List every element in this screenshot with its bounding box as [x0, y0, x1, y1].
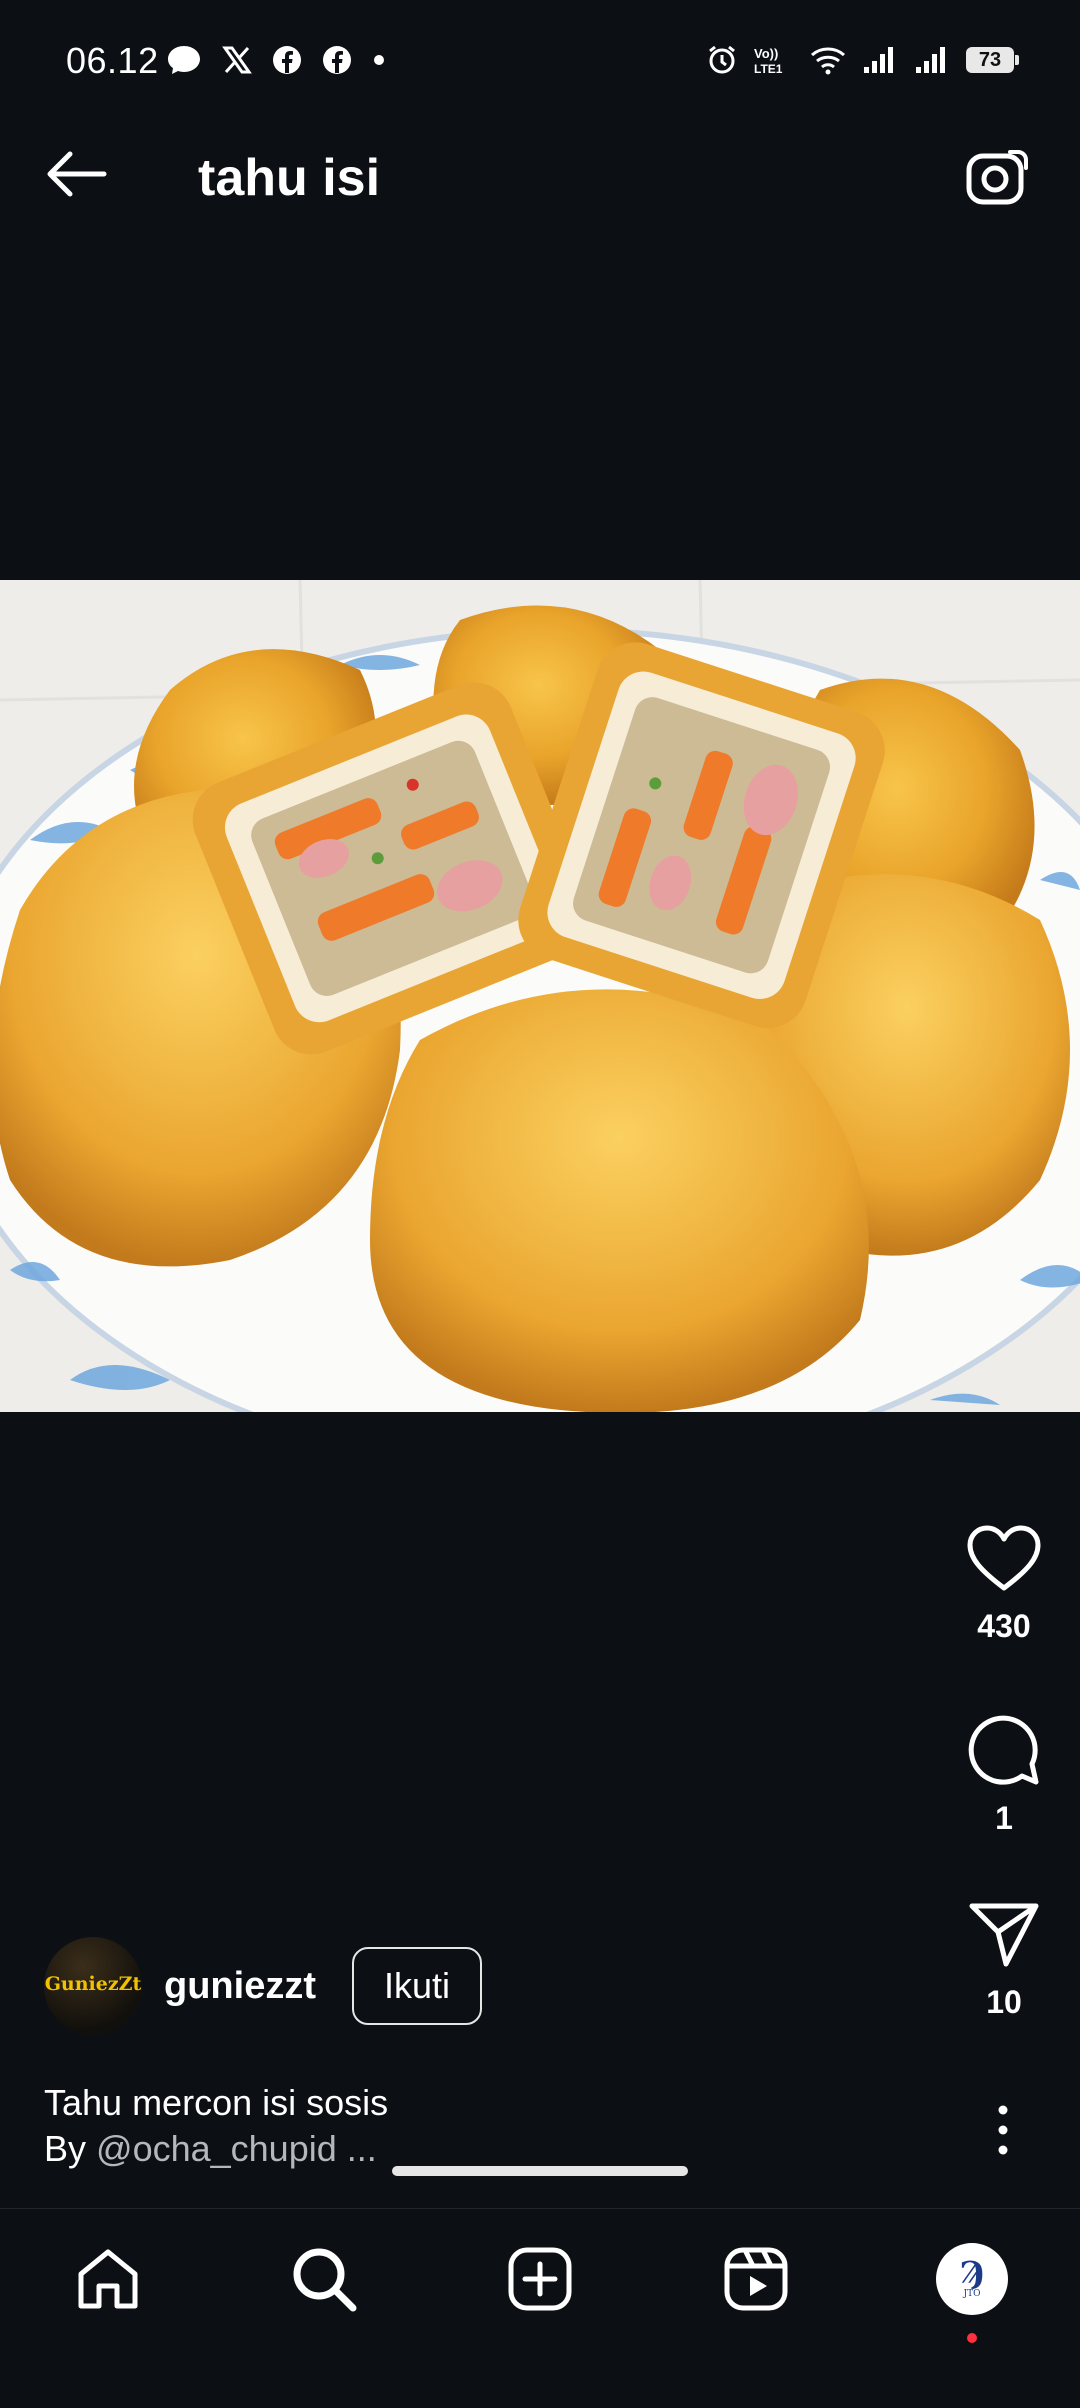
share-action: 10: [948, 1900, 1060, 2021]
notification-dot: [967, 2333, 977, 2343]
profile-avatar-glyph: Ϡ: [960, 2256, 984, 2291]
signal-icon: [916, 47, 945, 73]
alarm-icon: [709, 45, 735, 74]
nav-reels[interactable]: [716, 2239, 796, 2319]
caption-line-1: Tahu mercon isi sosis: [44, 2082, 389, 2123]
comment-count[interactable]: 1: [948, 1800, 1060, 1837]
camera-icon: [966, 150, 1028, 205]
caption-handle[interactable]: @ocha_chupid: [96, 2128, 337, 2169]
dot-icon: [374, 55, 384, 65]
profile-avatar: Ϡ JTO: [936, 2243, 1008, 2315]
status-right-icons: Vo)) LTE1 73: [706, 44, 1019, 76]
reels-icon: [724, 2247, 788, 2311]
camera-button[interactable]: [964, 144, 1030, 210]
svg-text:LTE1: LTE1: [754, 62, 783, 76]
message-bubble-icon: [168, 46, 200, 74]
fried-tofu-photo: [0, 580, 1080, 1412]
arrow-left-icon: [47, 151, 107, 197]
header: tahu isi: [0, 96, 1080, 256]
caption-more[interactable]: ...: [347, 2128, 377, 2169]
comment-icon[interactable]: [966, 1712, 1042, 1786]
author-row: GuniezZt guniezzt Ikuti: [44, 1936, 483, 2036]
like-count[interactable]: 430: [948, 1608, 1060, 1645]
wifi-icon: [811, 47, 845, 75]
more-options-button[interactable]: [988, 2100, 1018, 2160]
svg-text:Vo)): Vo)): [754, 46, 778, 61]
home-indicator[interactable]: [392, 2166, 688, 2176]
nav-search[interactable]: [284, 2239, 364, 2319]
home-icon: [78, 2249, 138, 2309]
avatar-logo-text: GuniezZt: [44, 1973, 142, 1995]
comment-action: 1: [948, 1712, 1060, 1837]
battery-indicator: 73: [966, 47, 1019, 73]
nav-home[interactable]: [68, 2239, 148, 2319]
facebook-icon: [323, 46, 351, 74]
post-image[interactable]: [0, 580, 1080, 1412]
signal-icon: [864, 47, 893, 73]
follow-button[interactable]: Ikuti: [351, 1947, 483, 2025]
create-icon: [508, 2247, 572, 2311]
heart-icon[interactable]: [966, 1524, 1042, 1594]
username[interactable]: guniezzt: [164, 1965, 316, 2008]
x-logo-icon: [222, 46, 252, 74]
caption-by: By: [44, 2128, 87, 2169]
status-time: 06.12: [66, 40, 159, 81]
status-bar: 06.12 Vo)) LTE1 73: [0, 0, 1080, 96]
status-left-icons: [166, 44, 386, 76]
volte-icon: Vo))LTE1: [754, 46, 783, 76]
nav-profile[interactable]: Ϡ JTO: [932, 2239, 1012, 2343]
nav-create[interactable]: [500, 2239, 580, 2319]
search-icon: [293, 2248, 357, 2312]
facebook-icon: [273, 46, 301, 74]
profile-avatar-label: JTO: [963, 2289, 981, 2299]
post-caption[interactable]: Tahu mercon isi sosis By @ocha_chupid ..…: [44, 2080, 904, 2172]
screen: 06.12 Vo)) LTE1 73 tahu isi 430 1 10 Gun…: [0, 0, 1080, 2408]
avatar[interactable]: GuniezZt: [44, 1937, 142, 2035]
share-count[interactable]: 10: [948, 1984, 1060, 2021]
like-action: 430: [948, 1524, 1060, 1645]
back-button[interactable]: [40, 142, 112, 206]
page-title: tahu isi: [198, 149, 381, 207]
bottom-nav: Ϡ JTO: [0, 2208, 1080, 2408]
more-vertical-icon: [998, 2105, 1008, 2155]
send-icon[interactable]: [966, 1900, 1042, 1970]
